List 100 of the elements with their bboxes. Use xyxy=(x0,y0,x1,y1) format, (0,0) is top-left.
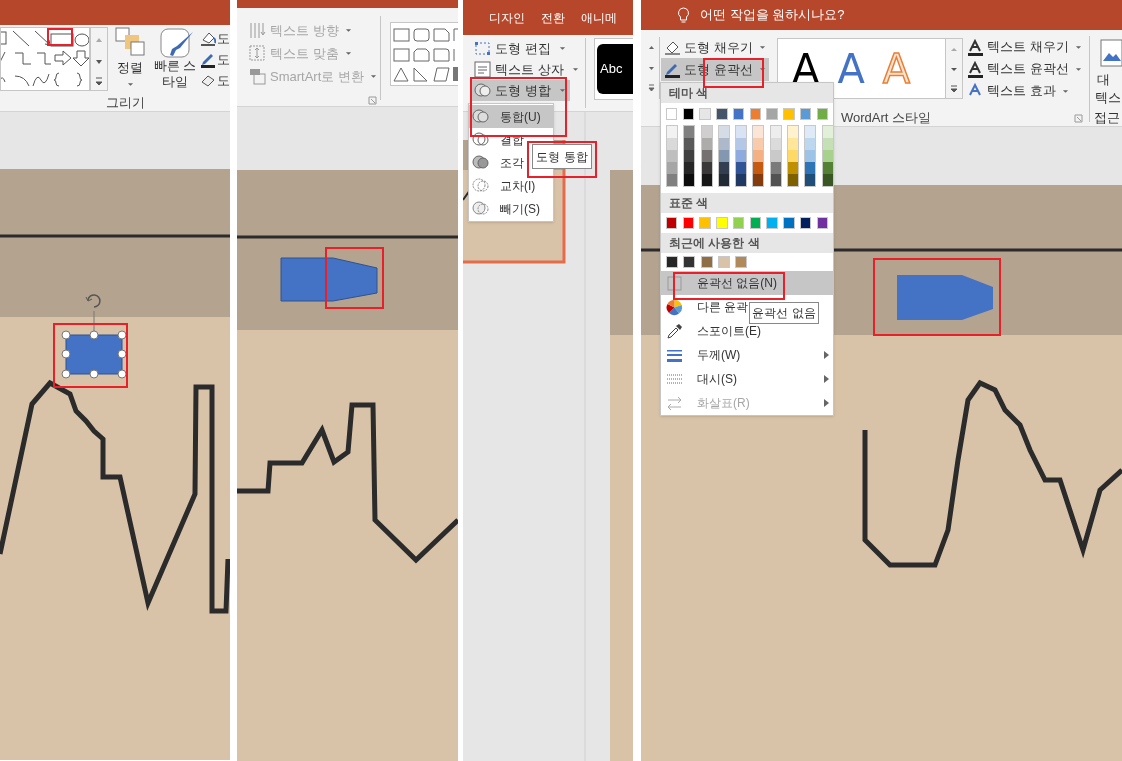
color-swatch[interactable] xyxy=(799,108,812,120)
ribbon-tab[interactable]: 전환 xyxy=(541,8,565,27)
color-swatch[interactable] xyxy=(822,174,833,186)
color-swatch[interactable] xyxy=(770,162,781,174)
color-swatch[interactable] xyxy=(701,150,712,162)
color-swatch[interactable] xyxy=(783,108,795,120)
color-swatch[interactable] xyxy=(736,150,747,162)
color-swatch[interactable] xyxy=(788,126,799,138)
color-swatch[interactable] xyxy=(749,108,762,120)
ribbon-command[interactable]: 텍스트 윤곽선 xyxy=(967,58,1082,80)
color-swatch[interactable] xyxy=(701,126,712,138)
color-swatch[interactable] xyxy=(666,217,678,229)
color-swatch[interactable] xyxy=(805,150,816,162)
color-swatch[interactable] xyxy=(788,138,799,150)
color-swatch[interactable] xyxy=(753,138,764,150)
color-swatch[interactable] xyxy=(805,162,816,174)
color-swatch[interactable] xyxy=(805,174,816,186)
color-swatch[interactable] xyxy=(799,217,812,229)
color-swatch[interactable] xyxy=(667,174,677,186)
rectangle-shape[interactable] xyxy=(61,294,127,379)
menu-item[interactable]: 두께(W) xyxy=(661,343,833,367)
color-swatch[interactable] xyxy=(716,108,728,120)
color-swatch[interactable] xyxy=(667,162,677,174)
menu-item[interactable]: 교차(I) xyxy=(469,174,553,197)
color-swatch[interactable] xyxy=(718,126,729,138)
color-swatch[interactable] xyxy=(766,108,778,120)
color-swatch[interactable] xyxy=(816,108,829,120)
color-swatch[interactable] xyxy=(682,217,695,229)
shape-gallery[interactable] xyxy=(390,22,458,86)
ribbon-command[interactable]: 도형 채우기 xyxy=(661,36,769,59)
color-swatch[interactable] xyxy=(667,126,677,138)
color-swatch[interactable] xyxy=(736,174,747,186)
color-swatch[interactable] xyxy=(718,138,729,150)
side-button[interactable]: 도 xyxy=(200,50,230,70)
color-swatch[interactable] xyxy=(667,150,677,162)
color-swatch[interactable] xyxy=(667,138,677,150)
color-swatch[interactable] xyxy=(684,162,695,174)
color-swatch[interactable] xyxy=(701,138,712,150)
color-swatch[interactable] xyxy=(788,150,799,162)
color-swatch[interactable] xyxy=(788,162,799,174)
menu-item[interactable]: 윤곽선 없음(N) xyxy=(661,271,833,295)
ribbon-tab[interactable]: 디자인 xyxy=(489,8,525,27)
style-preview[interactable]: Abc xyxy=(597,44,633,94)
color-swatch[interactable] xyxy=(716,217,728,229)
color-swatch[interactable] xyxy=(666,108,678,120)
color-swatch[interactable] xyxy=(822,150,833,162)
color-swatch[interactable] xyxy=(736,162,747,174)
color-swatch[interactable] xyxy=(718,174,729,186)
color-swatch[interactable] xyxy=(766,217,778,229)
color-swatch[interactable] xyxy=(822,138,833,150)
color-swatch[interactable] xyxy=(736,126,747,138)
button-label[interactable]: 대 xyxy=(1097,70,1110,90)
color-swatch[interactable] xyxy=(735,256,748,268)
gallery-scrollbar[interactable] xyxy=(90,27,108,91)
color-swatch[interactable] xyxy=(753,126,764,138)
color-swatch[interactable] xyxy=(684,150,695,162)
color-swatch[interactable] xyxy=(701,174,712,186)
button-label[interactable]: 텍스 xyxy=(1095,88,1121,108)
side-button[interactable]: 도 xyxy=(200,29,230,49)
color-swatch[interactable] xyxy=(805,126,816,138)
color-swatch[interactable] xyxy=(753,162,764,174)
color-swatch[interactable] xyxy=(666,256,678,268)
arrow-shape[interactable] xyxy=(897,275,993,320)
arrange-button[interactable]: 정렬 xyxy=(113,58,147,87)
ribbon-tab[interactable]: 애니메 xyxy=(581,8,617,27)
color-swatch[interactable] xyxy=(749,217,762,229)
color-swatch[interactable] xyxy=(699,108,711,120)
color-swatch[interactable] xyxy=(822,162,833,174)
ribbon-command[interactable]: 텍스트 효과 xyxy=(967,80,1069,102)
ribbon-command[interactable]: 텍스트 상자 xyxy=(470,59,583,80)
color-swatch[interactable] xyxy=(732,108,745,120)
wordart-gallery[interactable]: A A A xyxy=(777,38,963,99)
ribbon-command[interactable]: 텍스트 채우기 xyxy=(967,36,1082,58)
color-swatch[interactable] xyxy=(732,217,745,229)
color-swatch[interactable] xyxy=(753,150,764,162)
color-swatch[interactable] xyxy=(753,174,764,186)
color-swatch[interactable] xyxy=(736,138,747,150)
color-swatch[interactable] xyxy=(805,138,816,150)
color-swatch[interactable] xyxy=(770,138,781,150)
shape-gallery[interactable] xyxy=(0,27,90,91)
color-swatch[interactable] xyxy=(682,108,695,120)
color-swatch[interactable] xyxy=(788,174,799,186)
menu-item[interactable]: 빼기(S) xyxy=(469,197,553,220)
ribbon-command[interactable]: 도형 편집 xyxy=(470,38,570,59)
color-swatch[interactable] xyxy=(783,217,795,229)
color-swatch[interactable] xyxy=(770,126,781,138)
menu-item[interactable]: 대시(S) xyxy=(661,367,833,391)
color-swatch[interactable] xyxy=(684,174,695,186)
color-swatch[interactable] xyxy=(816,217,829,229)
wordart-sample[interactable]: A xyxy=(837,48,865,89)
quick-styles-button[interactable]: 빠른 스타일 xyxy=(152,58,198,90)
color-swatch[interactable] xyxy=(770,150,781,162)
color-swatch[interactable] xyxy=(718,150,729,162)
color-swatch[interactable] xyxy=(822,126,833,138)
search-field[interactable]: 어떤 작업을 원하시나요? xyxy=(700,5,845,25)
color-swatch[interactable] xyxy=(700,256,713,268)
color-swatch[interactable] xyxy=(718,162,729,174)
color-swatch[interactable] xyxy=(717,256,730,268)
color-swatch[interactable] xyxy=(770,174,781,186)
color-swatch[interactable] xyxy=(684,138,695,150)
